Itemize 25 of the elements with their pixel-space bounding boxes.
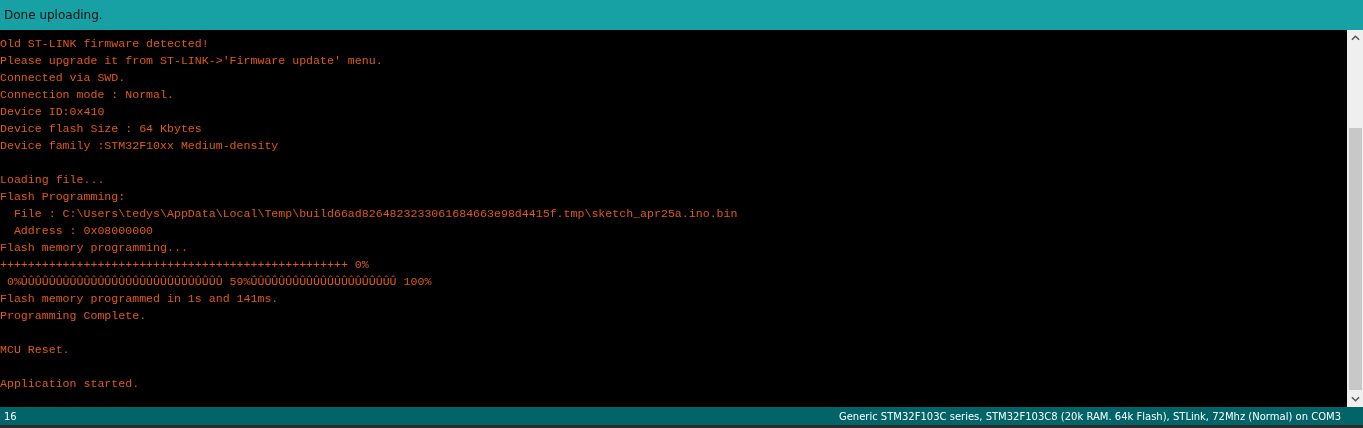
console-line: Flash Programming:	[0, 189, 127, 205]
scroll-up-icon[interactable]	[1350, 35, 1360, 41]
scroll-down-icon[interactable]	[1350, 396, 1360, 402]
scroll-thumb[interactable]	[1348, 128, 1362, 390]
console-line: Old ST-LINK firmware detected!	[0, 36, 210, 52]
console-line: MCU Reset.	[0, 342, 71, 358]
console-line: ++++++++++++++++++++++++++++++++++++++++++++++++++ 0%	[0, 257, 370, 273]
board-info: Generic STM32F103C series, STM32F103C8 (20k RAM. 64k Flash), STLink, 72Mhz (Normal) on COM3	[838, 410, 1341, 422]
console-line: Device flash Size : 64 Kbytes	[0, 121, 203, 137]
console-line: Flash memory programmed in 1s and 141ms.	[0, 291, 280, 307]
console-line: Please upgrade it from ST-LINK->'Firmware update' menu.	[0, 53, 384, 69]
console-line: Device family :STM32F10xx Medium-density	[0, 138, 280, 154]
console-line: Device ID:0x410	[0, 104, 106, 120]
console-line: 0%ÛÛÛÛÛÛÛÛÛÛÛÛÛÛÛÛÛÛÛÛÛÛÛÛÛÛÛÛÛ 59%ÛÛÛÛÛÛÛÛÛÛÛÛÛÛÛÛÛÛÛÛÛ 100%	[5, 274, 433, 290]
console-line: Connection mode : Normal.	[0, 87, 175, 103]
console-line: Address : 0x08000000	[12, 223, 155, 239]
console-line: File : C:\Users\tedys\AppData\Local\Temp\build66ad8264823233061684663e98d4415f.tmp\sketch_apr25a.ino.bin	[12, 206, 739, 222]
console-line: Application started.	[0, 376, 141, 392]
console-line: Flash memory programming...	[0, 240, 189, 256]
console-line: Programming Complete.	[0, 308, 148, 324]
console-line: Loading file...	[0, 172, 106, 188]
console-line: Connected via SWD.	[0, 70, 127, 86]
message-text: Done uploading.	[4, 8, 103, 22]
line-number: 16	[4, 410, 17, 422]
scrollbar[interactable]	[1347, 30, 1363, 407]
